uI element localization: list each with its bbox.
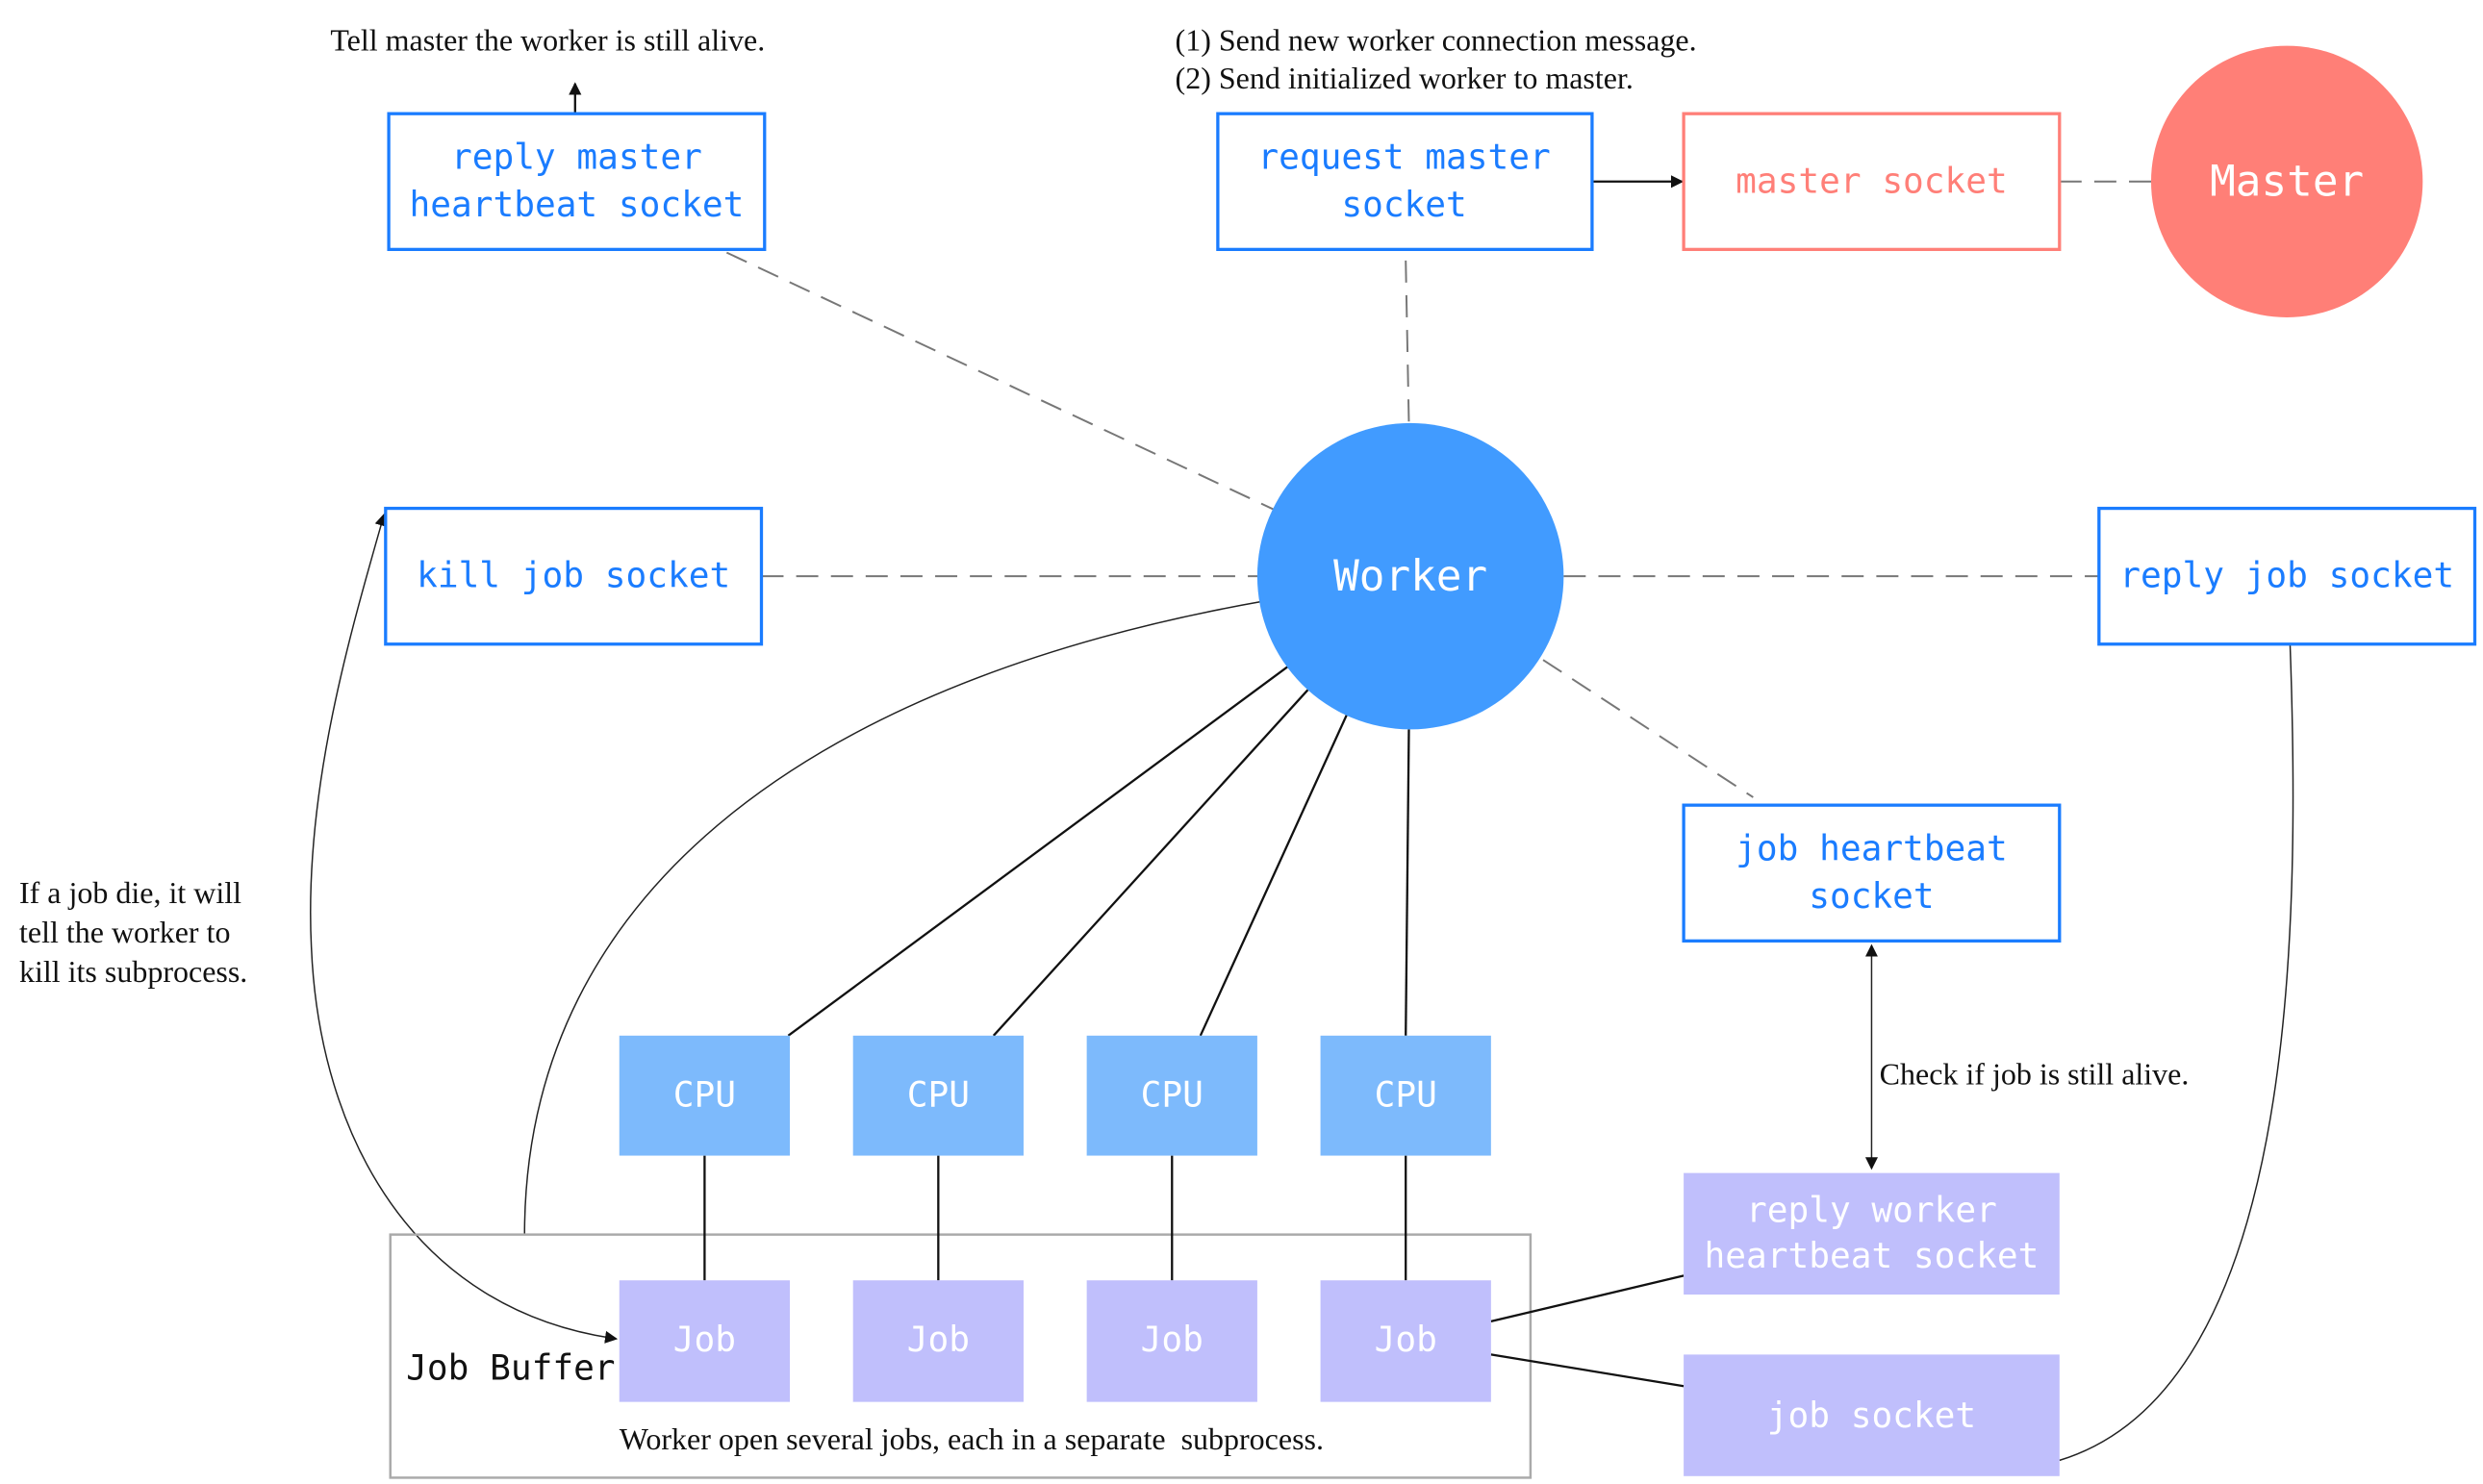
job-node: Job — [619, 1280, 791, 1402]
cpu-node: CPU — [852, 1035, 1024, 1156]
worker-architecture-diagram: Job Buffer CPU CPU CPU CPU Job Job Job J… — [19, 23, 2477, 1479]
connector-worker-jobheartbeat — [1542, 659, 1754, 798]
job-label: Job — [1375, 1319, 1437, 1360]
job-label: Job — [907, 1319, 970, 1360]
reply-worker-heartbeat-socket: reply worker heartbeat socket — [1684, 1172, 2060, 1295]
job-socket: job socket — [1684, 1354, 2060, 1476]
socket-label: socket — [1809, 875, 1934, 917]
note-request-2: (2) Send initialized worker to master. — [1176, 61, 1634, 95]
master-socket: master socket — [1682, 112, 2062, 251]
connector-worker-cpu2 — [992, 689, 1309, 1037]
job-node: Job — [1086, 1280, 1257, 1402]
job-label: Job — [673, 1319, 736, 1360]
request-master-socket: request master socket — [1216, 112, 1594, 251]
cpu-node: CPU — [1086, 1035, 1257, 1156]
connector-heartbeat-worker — [725, 251, 1276, 512]
socket-label: heartbeat socket — [1705, 1235, 2040, 1276]
master-node: Master — [2150, 45, 2423, 317]
job-label: Job — [1141, 1319, 1203, 1360]
connector-replyjob-jobsocket — [2059, 643, 2294, 1462]
cpu-node: CPU — [619, 1035, 791, 1156]
connector-job-replyworker — [1490, 1274, 1685, 1323]
cpu-node: CPU — [1320, 1035, 1491, 1156]
job-heartbeat-socket: job heartbeat socket — [1682, 803, 2062, 943]
note-check-alive: Check if job is still alive. — [1880, 1057, 2190, 1092]
note-heartbeat: Tell master the worker is still alive. — [330, 23, 765, 58]
connector-request-worker — [1405, 260, 1410, 423]
worker-label: Worker — [1333, 552, 1487, 601]
connector-job-jobsocket — [1490, 1353, 1685, 1388]
kill-job-socket: kill job socket — [384, 506, 764, 646]
socket-label: request master — [1257, 137, 1550, 178]
note-request-1: (1) Send new worker connection message. — [1176, 23, 1697, 58]
note-buffer-caption: Worker open several jobs, each in a sepa… — [620, 1421, 1324, 1456]
cpu-label: CPU — [1141, 1074, 1203, 1116]
connector-worker-cpu1 — [787, 664, 1292, 1037]
socket-label: reply worker — [1746, 1190, 1997, 1231]
socket-label: socket — [1341, 184, 1466, 225]
socket-label: heartbeat socket — [410, 184, 745, 225]
worker-node: Worker — [1256, 422, 1564, 730]
cpu-label: CPU — [1375, 1074, 1437, 1116]
socket-label: reply job socket — [2119, 555, 2454, 596]
job-node: Job — [1320, 1280, 1491, 1402]
socket-label: kill job socket — [417, 555, 730, 596]
reply-job-socket: reply job socket — [2097, 506, 2477, 646]
socket-label: master socket — [1736, 160, 2008, 201]
connector-worker-cpu4 — [1405, 729, 1410, 1036]
socket-label: job heartbeat — [1736, 828, 2008, 869]
socket-label: job socket — [1767, 1395, 1976, 1436]
cpu-label: CPU — [907, 1074, 970, 1116]
note-job-die: tell the worker to — [19, 915, 230, 949]
connector-worker-cpu3 — [1199, 713, 1349, 1037]
socket-label: reply master — [451, 137, 702, 178]
master-label: Master — [2210, 158, 2364, 207]
reply-master-heartbeat-socket: reply master heartbeat socket — [387, 112, 767, 251]
cpu-label: CPU — [673, 1074, 736, 1116]
job-buffer-label: Job Buffer — [406, 1347, 615, 1389]
note-job-die: kill its subprocess. — [19, 954, 247, 989]
job-node: Job — [852, 1280, 1024, 1402]
note-job-die: If a job die, it will — [19, 875, 241, 910]
